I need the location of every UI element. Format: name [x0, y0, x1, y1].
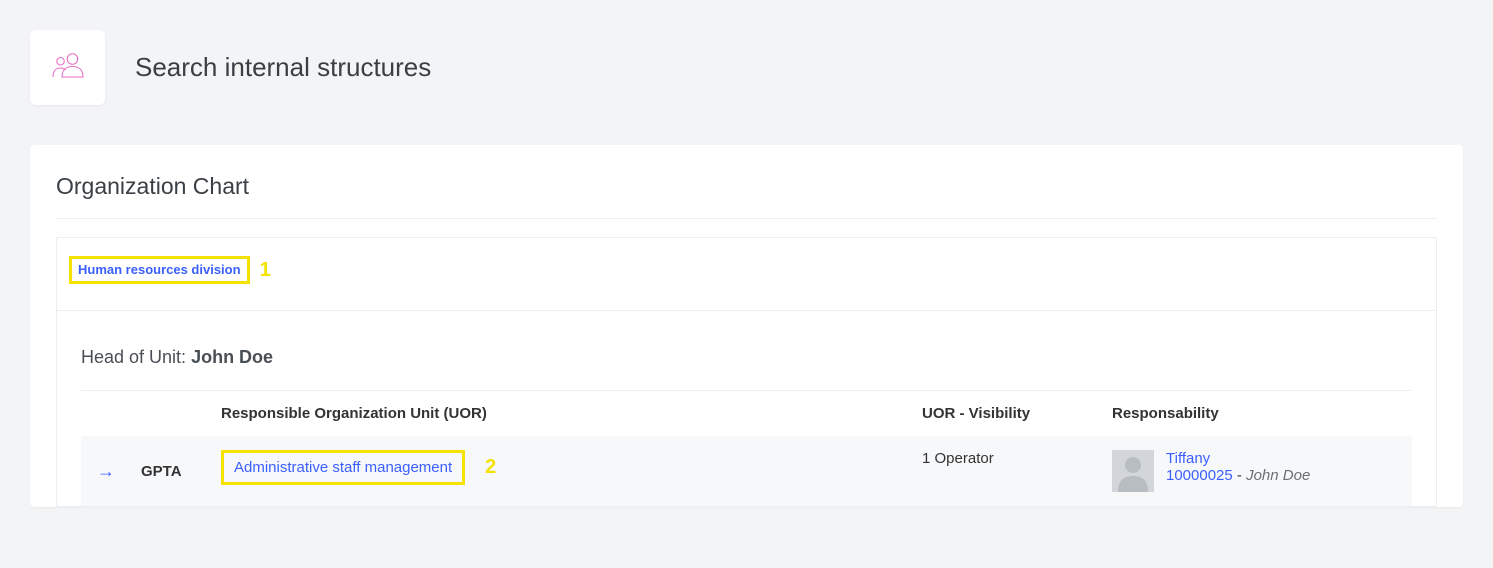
people-icon — [50, 51, 86, 84]
org-table-wrapper: Responsible Organization Unit (UOR) UOR … — [57, 390, 1436, 506]
section-title: Organization Chart — [56, 173, 1437, 219]
uor-link-highlight: Administrative staff management — [221, 450, 465, 485]
unit-head-row: Head of Unit: John Doe — [57, 311, 1436, 390]
arrow-right-icon[interactable]: → — [97, 461, 115, 481]
resp-person: John Doe — [1246, 467, 1310, 484]
annotation-2: 2 — [485, 456, 496, 479]
breadcrumb-row: Human resources division 1 — [57, 238, 1436, 311]
row-code: GPTA — [141, 463, 182, 480]
breadcrumb-link-hr-division[interactable]: Human resources division — [78, 262, 241, 277]
resp-name-link[interactable]: Tiffany — [1166, 450, 1210, 467]
people-icon-box — [30, 30, 105, 105]
table-row: → GPTA Administrative staff management 2 — [81, 436, 1412, 506]
resp-sep: - — [1233, 467, 1246, 484]
unit-head-name: John Doe — [191, 347, 273, 367]
col-header-arrow — [81, 391, 131, 437]
resp-id-link[interactable]: 10000025 — [1166, 467, 1233, 484]
col-header-responsibility: Responsability — [1102, 391, 1412, 437]
unit-head-label: Head of Unit: — [81, 347, 191, 367]
org-chart-inner: Human resources division 1 Head of Unit:… — [56, 237, 1437, 507]
annotation-1: 1 — [260, 259, 271, 282]
breadcrumb-highlight: Human resources division — [69, 256, 250, 284]
uor-link-administrative-staff[interactable]: Administrative staff management — [234, 459, 452, 476]
avatar — [1112, 450, 1154, 492]
page-title: Search internal structures — [135, 52, 431, 83]
col-header-uor: Responsible Organization Unit (UOR) — [211, 391, 912, 437]
col-header-visibility: UOR - Visibility — [912, 391, 1102, 437]
org-table: Responsible Organization Unit (UOR) UOR … — [81, 390, 1412, 506]
responsibility-text: Tiffany 10000025 - John Doe — [1166, 450, 1310, 484]
col-header-code — [131, 391, 211, 437]
row-visibility: 1 Operator — [922, 450, 994, 467]
organization-chart-card: Organization Chart Human resources divis… — [30, 145, 1463, 507]
